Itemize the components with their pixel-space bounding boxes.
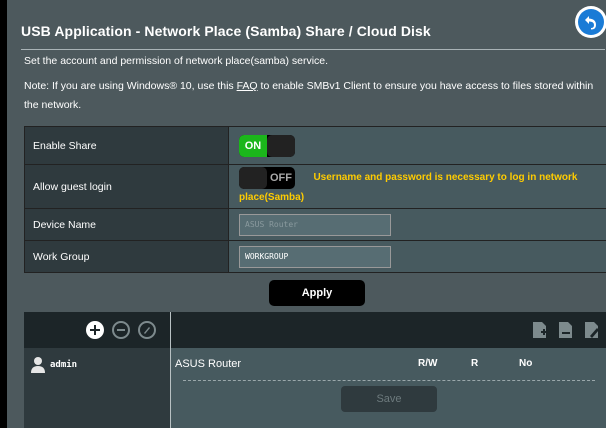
description-text: Set the account and permission of networ… (24, 55, 329, 67)
toggle-on-label: ON (239, 134, 267, 157)
perm-r-option[interactable]: R (471, 358, 478, 369)
dotted-divider (183, 380, 595, 381)
guest-login-toggle[interactable]: OFF (239, 166, 295, 189)
add-folder-icon (533, 322, 547, 338)
work-group-cell: WORKGROUP (228, 240, 606, 273)
add-folder-button[interactable] (532, 321, 548, 339)
delete-folder-icon (559, 322, 572, 338)
title-bar: USB Application - Network Place (Samba) … (15, 20, 605, 46)
enable-share-cell: ON (228, 126, 606, 165)
plus-icon (90, 325, 100, 335)
samba-settings-table: Enable Share ON Allow guest login OFF Us… (24, 126, 606, 273)
add-user-button[interactable] (86, 321, 104, 339)
title-divider (21, 49, 605, 50)
user-icon (31, 357, 45, 373)
user-item-admin[interactable]: admin (30, 356, 77, 374)
perm-rw-option[interactable]: R/W (418, 358, 437, 369)
toggle-knob (239, 166, 267, 189)
user-name: admin (50, 360, 78, 370)
device-name-cell: ASUS Router (228, 208, 606, 241)
pencil-icon (144, 327, 150, 334)
guest-login-label: Allow guest login (24, 164, 229, 209)
delete-folder-button[interactable] (558, 321, 574, 339)
toggle-off-label: OFF (270, 171, 292, 184)
folder-permissions: ASUS Router R/W R No Save (171, 348, 606, 428)
page-title: USB Application - Network Place (Samba) … (21, 23, 431, 39)
user-list: admin (24, 348, 170, 428)
toggle-knob (267, 134, 295, 157)
apply-button[interactable]: Apply (269, 280, 365, 306)
remove-user-button[interactable] (112, 321, 130, 339)
note-text: Note: If you are using Windows® 10, use … (24, 77, 606, 114)
folder-name: ASUS Router (175, 358, 242, 370)
faq-link[interactable]: FAQ (237, 80, 258, 92)
settings-panel: USB Application - Network Place (Samba) … (0, 0, 606, 428)
share-toolbar (24, 312, 606, 428)
minus-icon (117, 329, 125, 331)
edit-folder-icon (585, 322, 599, 338)
perm-no-option[interactable]: No (519, 358, 532, 369)
share-list-area: admin ASUS Router R/W R No Save (24, 312, 606, 428)
edit-folder-button[interactable] (584, 321, 600, 339)
device-name-input[interactable]: ASUS Router (239, 213, 391, 236)
guest-login-cell: OFF Username and password is necessary t… (228, 164, 606, 209)
note-prefix: Note: If you are using Windows® 10, use … (24, 80, 237, 92)
work-group-input[interactable]: WORKGROUP (239, 245, 391, 268)
enable-share-toggle[interactable]: ON (239, 134, 295, 157)
save-button[interactable]: Save (341, 386, 437, 412)
enable-share-label: Enable Share (24, 126, 229, 165)
back-button[interactable] (575, 6, 606, 38)
edit-user-button[interactable] (138, 321, 156, 339)
device-name-label: Device Name (24, 208, 229, 241)
work-group-label: Work Group (24, 240, 229, 273)
back-arrow-icon (578, 9, 604, 35)
